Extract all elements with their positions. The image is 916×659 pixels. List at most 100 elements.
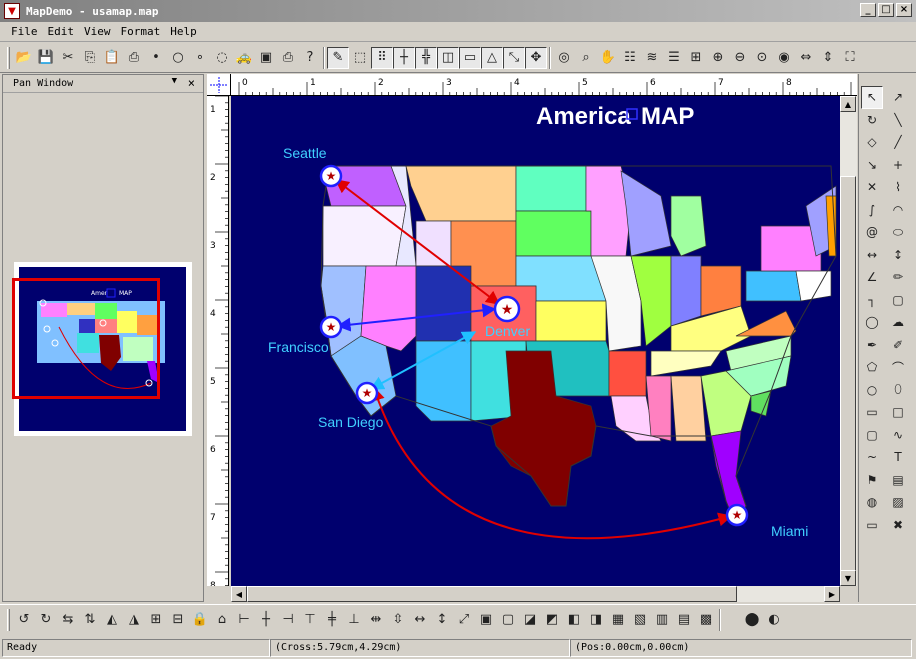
pan-viewport-frame[interactable] bbox=[12, 278, 160, 399]
same-size-icon[interactable]: ⤢ bbox=[453, 609, 475, 631]
minimize-button[interactable]: _ bbox=[860, 3, 876, 17]
map-canvas[interactable]: America MAP ★ ★ ★ ★ ★ Seattle Francisco … bbox=[231, 96, 840, 586]
align-right-icon[interactable]: ⊣ bbox=[277, 609, 299, 631]
order-2-icon[interactable]: ◨ bbox=[585, 609, 607, 631]
node-ring-icon[interactable]: ○ bbox=[167, 47, 189, 69]
rotate-icon[interactable]: ↻ bbox=[861, 109, 883, 132]
bubble-icon[interactable]: ◯ bbox=[861, 311, 883, 334]
shape-a-icon[interactable]: ⬤ bbox=[741, 609, 763, 631]
order-7-icon[interactable]: ▩ bbox=[695, 609, 717, 631]
menu-format[interactable]: Format bbox=[116, 23, 166, 40]
fit-width-icon[interactable]: ⇔ bbox=[795, 47, 817, 69]
wave-icon[interactable]: ∿ bbox=[887, 424, 909, 447]
rectangle-icon[interactable]: ▭ bbox=[459, 46, 481, 69]
printer-icon[interactable]: ⎙ bbox=[277, 47, 299, 69]
rectangle-icon[interactable]: ▭ bbox=[861, 401, 883, 424]
add-point-icon[interactable]: ↗ bbox=[887, 86, 909, 109]
backward-icon[interactable]: ◩ bbox=[541, 609, 563, 631]
angle-icon[interactable]: ∠ bbox=[861, 266, 883, 289]
text-icon[interactable]: T bbox=[887, 446, 909, 469]
menu-edit[interactable]: Edit bbox=[43, 23, 80, 40]
scroll-up-icon[interactable]: ▲ bbox=[840, 96, 856, 112]
space-h-icon[interactable]: ⇹ bbox=[365, 609, 387, 631]
ellipse-arc-icon[interactable]: ⬭ bbox=[887, 221, 909, 244]
zoom-icon[interactable]: ⌕ bbox=[575, 47, 597, 69]
node-hollow-icon[interactable]: ◌ bbox=[211, 47, 233, 69]
print-icon[interactable]: ⎙ bbox=[123, 47, 145, 69]
lock-icon[interactable]: 🔒 bbox=[189, 609, 211, 631]
order-1-icon[interactable]: ◧ bbox=[563, 609, 585, 631]
flip-v-icon[interactable]: ⇅ bbox=[79, 609, 101, 631]
paste-icon[interactable]: 📋 bbox=[101, 47, 123, 69]
toolbar-grip[interactable] bbox=[7, 608, 10, 631]
pen-icon[interactable]: ✒ bbox=[861, 334, 883, 357]
order-6-icon[interactable]: ▤ bbox=[673, 609, 695, 631]
spline-icon[interactable]: ~ bbox=[861, 446, 883, 469]
reshape-icon[interactable]: ◇ bbox=[861, 131, 883, 154]
zoom-fit-icon[interactable]: ⊙ bbox=[751, 47, 773, 69]
city-node-denver[interactable]: ★ bbox=[493, 295, 521, 323]
forward-icon[interactable]: ◪ bbox=[519, 609, 541, 631]
guides-icon[interactable]: ╬ bbox=[415, 46, 437, 69]
group-icon[interactable]: ⊞ bbox=[145, 609, 167, 631]
monitor-icon[interactable]: ▣ bbox=[255, 47, 277, 69]
vertical-scroll-thumb[interactable] bbox=[840, 176, 856, 576]
city-node-francisco[interactable]: ★ bbox=[319, 315, 343, 339]
menu-file[interactable]: File bbox=[6, 23, 43, 40]
link-icon[interactable]: ╲ bbox=[887, 109, 909, 132]
unlock-icon[interactable]: ⌂ bbox=[211, 609, 233, 631]
spiral-icon[interactable]: @ bbox=[861, 221, 883, 244]
pan-preview[interactable]: Amer MAP bbox=[12, 262, 192, 436]
curve-icon[interactable]: ∫ bbox=[861, 199, 883, 222]
height-icon[interactable]: ↕ bbox=[887, 244, 909, 267]
rotate-right-icon[interactable]: ↻ bbox=[35, 609, 57, 631]
plus-icon[interactable]: + bbox=[887, 154, 909, 177]
zoom-out-icon[interactable]: ⊖ bbox=[729, 47, 751, 69]
city-node-miami[interactable]: ★ bbox=[725, 503, 749, 527]
horizontal-scrollbar[interactable]: ◀ ▶ bbox=[231, 586, 840, 602]
ruler-corner[interactable] bbox=[207, 74, 231, 96]
focus-icon[interactable]: ◎ bbox=[553, 47, 575, 69]
dropdown-icon[interactable]: ▼ bbox=[172, 76, 177, 86]
width-icon[interactable]: ↔ bbox=[861, 244, 883, 267]
cut-icon[interactable]: ✂ bbox=[57, 47, 79, 69]
fit-page-icon[interactable]: ⛶ bbox=[839, 47, 861, 69]
center-icon[interactable]: ⊞ bbox=[685, 47, 707, 69]
select-icon[interactable]: ⬚ bbox=[349, 47, 371, 69]
align-bottom-icon[interactable]: ⊥ bbox=[343, 609, 365, 631]
send-back-icon[interactable]: ▢ bbox=[497, 609, 519, 631]
square-icon[interactable]: □ bbox=[887, 401, 909, 424]
grid-icon[interactable]: ⠿ bbox=[371, 46, 393, 69]
layers-icon[interactable]: ≋ bbox=[641, 47, 663, 69]
circle-icon[interactable]: ○ bbox=[861, 379, 883, 402]
align-top-icon[interactable]: ⊤ bbox=[299, 609, 321, 631]
map-app-icon[interactable]: ▼ bbox=[4, 3, 20, 19]
flag-icon[interactable]: ⚑ bbox=[861, 469, 883, 492]
scroll-down-icon[interactable]: ▼ bbox=[840, 570, 856, 586]
menu-help[interactable]: Help bbox=[165, 23, 202, 40]
bring-front-icon[interactable]: ▣ bbox=[475, 609, 497, 631]
open-icon[interactable]: 📂 bbox=[13, 47, 35, 69]
line-icon[interactable]: ╱ bbox=[887, 131, 909, 154]
order-3-icon[interactable]: ▦ bbox=[607, 609, 629, 631]
node-small-icon[interactable]: ∘ bbox=[189, 47, 211, 69]
city-node-sandiego[interactable]: ★ bbox=[355, 381, 379, 405]
copy-icon[interactable]: ⎘ bbox=[79, 47, 101, 69]
cross-icon[interactable]: ✕ bbox=[861, 176, 883, 199]
node-dot-icon[interactable]: • bbox=[145, 47, 167, 69]
window-icon[interactable]: ▭ bbox=[861, 514, 883, 537]
hand-icon[interactable]: ✋ bbox=[597, 47, 619, 69]
arc-icon[interactable]: ◠ bbox=[887, 199, 909, 222]
connector-icon[interactable]: ┐ bbox=[861, 289, 883, 312]
edit-mode-icon[interactable]: ✎ bbox=[327, 46, 349, 69]
space-v-icon[interactable]: ⇳ bbox=[387, 609, 409, 631]
align-icon[interactable]: ☰ bbox=[663, 47, 685, 69]
align-left-icon[interactable]: ⊢ bbox=[233, 609, 255, 631]
pointer-icon[interactable]: ↖ bbox=[861, 86, 883, 109]
flip-h-icon[interactable]: ⇆ bbox=[57, 609, 79, 631]
rotate-left-icon[interactable]: ↺ bbox=[13, 609, 35, 631]
freeform-icon[interactable]: ⌒ bbox=[887, 356, 909, 379]
scroll-right-icon[interactable]: ▶ bbox=[824, 586, 840, 602]
menu-view[interactable]: View bbox=[79, 23, 116, 40]
city-node-seattle[interactable]: ★ bbox=[319, 164, 343, 188]
